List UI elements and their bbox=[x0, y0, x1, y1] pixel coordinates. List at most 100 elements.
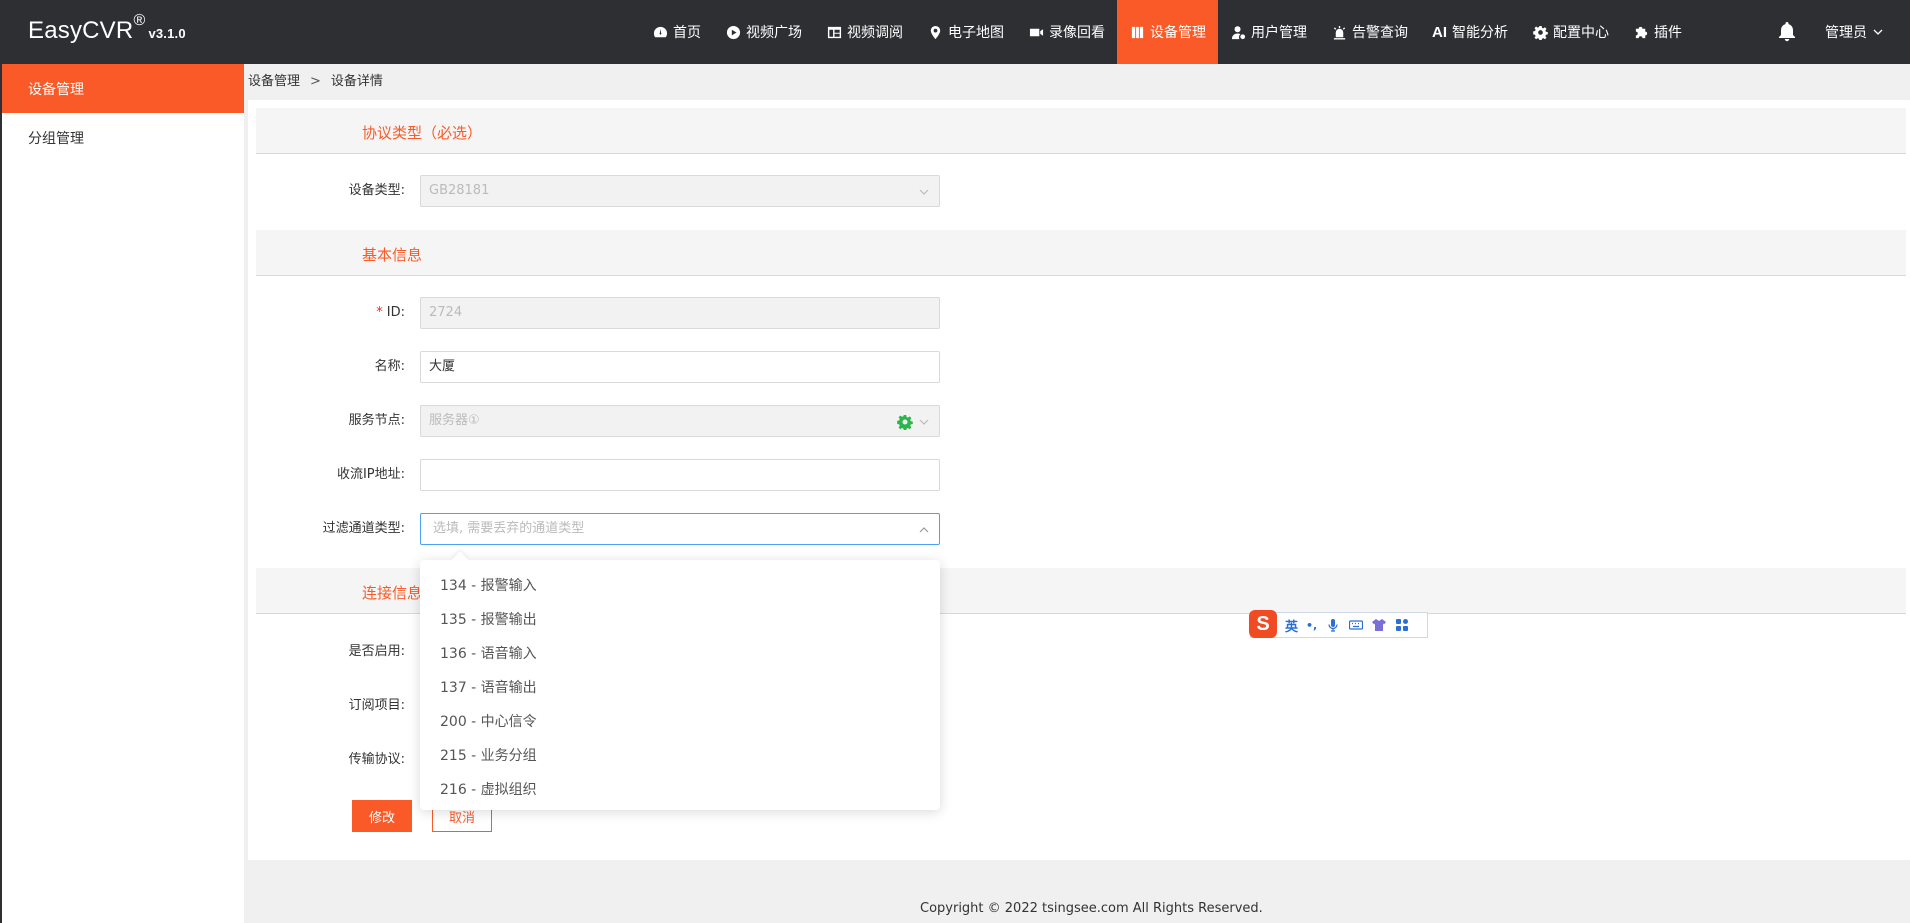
keyboard-icon[interactable] bbox=[1349, 618, 1364, 632]
filter-channel-placeholder: 选填, 需要丢弃的通道类型 bbox=[433, 521, 585, 536]
section-title: 协议类型（必选） bbox=[362, 124, 483, 142]
chevron-down-icon bbox=[919, 419, 929, 425]
sidebar-item-group-management[interactable]: 分组管理 bbox=[2, 113, 244, 162]
dashboard-icon bbox=[652, 24, 668, 40]
nav-label: 首页 bbox=[673, 25, 701, 41]
stream-ip-label: 收流IP地址: bbox=[336, 467, 405, 482]
device-type-value: GB28181 bbox=[429, 183, 490, 198]
dropdown-option[interactable]: 135 - 报警输出 bbox=[420, 603, 940, 637]
puzzle-icon bbox=[1633, 24, 1649, 40]
stream-ip-input[interactable] bbox=[420, 459, 940, 491]
name-input[interactable]: 大厦 bbox=[420, 351, 940, 383]
id-label: * ID: bbox=[376, 296, 405, 330]
gear-icon bbox=[1532, 24, 1548, 40]
app-name: EasyCVR bbox=[28, 17, 134, 44]
name-label: 名称: bbox=[374, 359, 405, 374]
sidebar-item-label: 设备管理 bbox=[28, 81, 84, 98]
dropdown-option[interactable]: 215 - 业务分组 bbox=[420, 739, 940, 773]
nav-label: 视频调阅 bbox=[847, 25, 903, 41]
main-nav: 首页 视频广场 视频调阅 电子地图 录像回看 设备管理 用户管理 告警查询 AI… bbox=[640, 0, 1694, 64]
subscribe-label: 订阅项目: bbox=[348, 698, 405, 713]
dropdown-option[interactable]: 216 - 虚拟组织 bbox=[420, 773, 940, 807]
service-node-value: 服务器① bbox=[429, 413, 480, 428]
required-mark: * bbox=[376, 305, 383, 320]
ime-toolbar: S 英 •, bbox=[1249, 610, 1428, 638]
form-row-device-type: 设备类型: GB28181 bbox=[248, 174, 1248, 208]
nav-label: 告警查询 bbox=[1352, 25, 1408, 41]
alarm-light-icon bbox=[1331, 24, 1347, 40]
form-row-id: * ID: 2724 bbox=[248, 296, 1248, 330]
nav-label: 配置中心 bbox=[1553, 25, 1609, 41]
id-value: 2724 bbox=[429, 305, 463, 320]
footer-copyright: Copyright © 2022 tsingsee.com All Rights… bbox=[920, 901, 1263, 916]
app-version: v3.1.0 bbox=[148, 26, 186, 41]
nav-item-playback[interactable]: 录像回看 bbox=[1016, 0, 1117, 64]
skin-shirt-icon[interactable] bbox=[1372, 618, 1387, 632]
breadcrumb-current: 设备详情 bbox=[330, 74, 383, 89]
grid-layout-icon bbox=[826, 24, 842, 40]
enabled-label: 是否启用: bbox=[348, 644, 405, 659]
nav-label: 设备管理 bbox=[1150, 25, 1206, 41]
nav-label: 视频广场 bbox=[746, 25, 802, 41]
nav-item-device-management[interactable]: 设备管理 bbox=[1117, 0, 1218, 64]
dropdown-option[interactable]: 134 - 报警输入 bbox=[420, 569, 940, 603]
gear-status-icon bbox=[897, 415, 913, 430]
form-row-name: 名称: 大厦 bbox=[248, 350, 1248, 384]
nav-label: 用户管理 bbox=[1251, 25, 1307, 41]
map-pin-icon bbox=[927, 24, 943, 40]
section-title: 连接信息 bbox=[362, 584, 423, 602]
nav-label: 插件 bbox=[1654, 25, 1682, 41]
breadcrumb: 设备管理 > 设备详情 bbox=[248, 70, 383, 89]
microphone-icon[interactable] bbox=[1326, 618, 1340, 632]
nav-item-alarm-query[interactable]: 告警查询 bbox=[1319, 0, 1420, 64]
top-navbar: EasyCVR®v3.1.0 首页 视频广场 视频调阅 电子地图 录像回看 设备… bbox=[0, 0, 1910, 64]
nav-item-home[interactable]: 首页 bbox=[640, 0, 713, 64]
section-protocol-header: 协议类型（必选） bbox=[256, 108, 1906, 154]
form-row-service-node: 服务节点: 服务器① bbox=[248, 404, 1248, 438]
dropdown-option[interactable]: 137 - 语音输出 bbox=[420, 671, 940, 705]
video-camera-icon bbox=[1028, 24, 1044, 40]
form-row-stream-ip: 收流IP地址: bbox=[248, 458, 1248, 492]
dropdown-option[interactable]: 200 - 中心信令 bbox=[420, 705, 940, 739]
ime-language-toggle[interactable]: 英 bbox=[1285, 616, 1298, 635]
dropdown-option[interactable]: 136 - 语音输入 bbox=[420, 637, 940, 671]
service-node-label: 服务节点: bbox=[348, 413, 405, 428]
sidebar-item-label: 分组管理 bbox=[28, 130, 84, 147]
device-columns-icon bbox=[1129, 24, 1145, 40]
user-name: 管理员 bbox=[1825, 25, 1867, 41]
nav-item-config-center[interactable]: 配置中心 bbox=[1520, 0, 1621, 64]
nav-item-ai-analysis[interactable]: AI 智能分析 bbox=[1420, 0, 1520, 64]
toolbox-grid-icon[interactable] bbox=[1395, 618, 1409, 632]
save-button[interactable]: 修改 bbox=[352, 800, 412, 832]
user-gear-icon bbox=[1230, 24, 1246, 40]
device-type-label: 设备类型: bbox=[348, 183, 405, 198]
transport-label: 传输协议: bbox=[348, 752, 405, 767]
nav-item-user-management[interactable]: 用户管理 bbox=[1218, 0, 1319, 64]
play-circle-icon bbox=[725, 24, 741, 40]
registered-mark: ® bbox=[133, 12, 146, 29]
filter-channel-select[interactable]: 选填, 需要丢弃的通道类型 bbox=[420, 513, 940, 545]
chevron-down-icon bbox=[1873, 29, 1883, 35]
section-basic-header: 基本信息 bbox=[256, 230, 1906, 276]
bell-icon[interactable] bbox=[1776, 20, 1798, 42]
sidebar: 设备管理 分组管理 bbox=[0, 64, 244, 923]
nav-item-video-view[interactable]: 视频调阅 bbox=[814, 0, 915, 64]
nav-label: 电子地图 bbox=[948, 25, 1004, 41]
service-node-select: 服务器① bbox=[420, 405, 940, 437]
chevron-down-icon bbox=[919, 189, 929, 195]
nav-label: 录像回看 bbox=[1049, 25, 1105, 41]
name-value: 大厦 bbox=[429, 359, 456, 374]
app-logo[interactable]: EasyCVR®v3.1.0 bbox=[28, 12, 186, 45]
breadcrumb-parent[interactable]: 设备管理 bbox=[248, 74, 300, 89]
sogou-logo-icon[interactable]: S bbox=[1249, 610, 1277, 638]
nav-item-plugins[interactable]: 插件 bbox=[1621, 0, 1694, 64]
ime-punctuation-toggle[interactable]: •, bbox=[1306, 619, 1317, 632]
user-menu[interactable]: 管理员 bbox=[1825, 22, 1883, 42]
nav-item-map[interactable]: 电子地图 bbox=[915, 0, 1016, 64]
nav-item-video-square[interactable]: 视频广场 bbox=[713, 0, 814, 64]
sidebar-item-device-management[interactable]: 设备管理 bbox=[2, 64, 244, 113]
filter-channel-label: 过滤通道类型: bbox=[322, 521, 405, 536]
chevron-up-icon bbox=[919, 527, 929, 533]
device-type-select: GB28181 bbox=[420, 175, 940, 207]
ai-text-icon: AI bbox=[1432, 23, 1447, 41]
